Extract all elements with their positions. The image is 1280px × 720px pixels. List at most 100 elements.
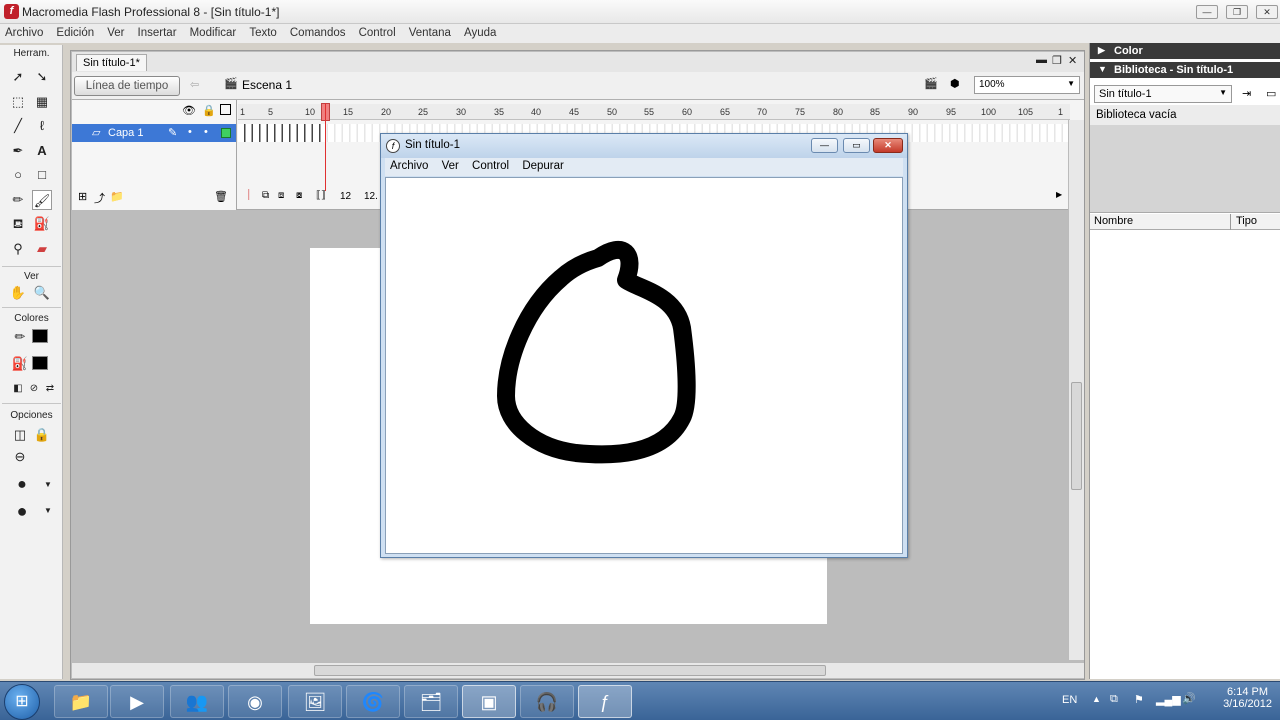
outline-icon[interactable] <box>220 104 231 115</box>
doc-restore-icon[interactable]: ❐ <box>1052 54 1062 67</box>
player-minimize-button[interactable]: — <box>811 138 838 153</box>
menu-modificar[interactable]: Modificar <box>185 25 242 41</box>
menu-comandos[interactable]: Comandos <box>285 25 351 41</box>
chrome-icon[interactable]: ◉ <box>228 685 282 718</box>
vscroll-thumb[interactable] <box>1071 382 1082 490</box>
oval-tool-icon[interactable]: ○ <box>8 165 28 185</box>
vertical-scrollbar[interactable] <box>1068 120 1084 660</box>
brush-option-icon[interactable]: ⊖ <box>10 447 30 467</box>
keyframes-strip[interactable] <box>238 124 326 142</box>
frame-ruler[interactable]: 1 5 10 15 20 25 30 35 40 45 50 55 60 65 … <box>238 104 1070 120</box>
hand-tool-icon[interactable]: ✋ <box>8 283 28 303</box>
document-tab[interactable]: Sin título-1* <box>76 54 147 71</box>
eraser-tool-icon[interactable]: ▰ <box>32 239 52 259</box>
player-menu-control[interactable]: Control <box>467 158 514 174</box>
menu-texto[interactable]: Texto <box>244 25 282 41</box>
fill-color-icon[interactable]: ⛽ <box>10 354 30 374</box>
swap-colors-icon[interactable]: ⇄ <box>40 379 60 399</box>
pen-tool-icon[interactable]: ✒ <box>8 141 28 161</box>
edit-multiple-icon[interactable]: ⧇ <box>296 190 302 201</box>
player-menu-ver[interactable]: Ver <box>437 158 464 174</box>
folder-icon[interactable]: 🗂 <box>404 685 458 718</box>
flash-icon[interactable]: ƒ <box>578 685 632 718</box>
headphones-icon[interactable]: 🎧 <box>520 685 574 718</box>
menu-archivo[interactable]: Archivo <box>0 25 48 41</box>
text-tool-icon[interactable]: A <box>32 141 52 161</box>
horizontal-scrollbar[interactable] <box>72 662 1084 678</box>
chevron-down-icon[interactable]: ▼ <box>38 501 58 521</box>
brush-size-icon[interactable]: ● <box>12 475 32 495</box>
center-frame-icon[interactable]: ⏐ <box>246 190 252 201</box>
explorer-icon[interactable]: 📁 <box>54 685 108 718</box>
lasso-tool-icon[interactable]: ℓ <box>32 116 52 136</box>
menu-ayuda[interactable]: Ayuda <box>459 25 501 41</box>
network-icon[interactable]: ⧉ <box>1110 693 1118 706</box>
back-arrow-icon[interactable]: ⇦ <box>190 78 199 91</box>
visible-dot-icon[interactable]: • <box>188 126 192 138</box>
onion-markers-icon[interactable]: ⟦⟧ <box>316 190 326 201</box>
menu-control[interactable]: Control <box>354 25 401 41</box>
brush-mode-icon[interactable]: ◫ <box>10 425 30 445</box>
player-menu-depurar[interactable]: Depurar <box>517 158 569 174</box>
doc-close-icon[interactable]: ✕ <box>1068 54 1077 67</box>
fill-transform-tool-icon[interactable]: ▦ <box>32 92 52 112</box>
lock-fill-icon[interactable]: 🔒 <box>32 425 52 445</box>
start-button[interactable]: ⊞ <box>4 684 40 720</box>
clock[interactable]: 6:14 PM 3/16/2012 <box>1223 686 1272 710</box>
language-indicator[interactable]: EN <box>1062 694 1077 706</box>
onion-outline-icon[interactable]: ⧈ <box>278 190 284 201</box>
media-player-icon[interactable]: ▶ <box>110 685 164 718</box>
tray-expand-icon[interactable]: ▲ <box>1092 694 1101 704</box>
brush-tool-icon[interactable]: 🖌 <box>32 190 52 210</box>
rectangle-tool-icon[interactable]: □ <box>32 165 52 185</box>
zoom-select[interactable]: 100% ▼ <box>974 76 1080 94</box>
app-icon[interactable]: 🖼 <box>288 685 342 718</box>
edit-symbol-icon[interactable]: ⬢ <box>950 77 960 90</box>
menu-ver[interactable]: Ver <box>102 25 129 41</box>
player-canvas[interactable] <box>385 177 903 554</box>
doc-minimize-icon[interactable]: ▬ <box>1036 54 1047 66</box>
player-close-button[interactable]: ✕ <box>873 138 903 153</box>
close-button[interactable]: ✕ <box>1256 5 1278 19</box>
eye-icon[interactable]: 👁 <box>182 104 196 117</box>
onion-skin-icon[interactable]: ⧉ <box>262 190 269 201</box>
line-tool-icon[interactable]: ╱ <box>8 116 28 136</box>
subselect-tool-icon[interactable]: ➘ <box>32 67 52 87</box>
volume-icon[interactable]: 🔊 <box>1182 692 1196 705</box>
fill-color-swatch[interactable] <box>32 356 48 370</box>
scroll-right-icon[interactable]: ▶ <box>1056 190 1062 199</box>
lock-icon[interactable]: 🔒 <box>202 104 216 117</box>
swirl-icon[interactable]: 🌀 <box>346 685 400 718</box>
signal-icon[interactable]: ▂▄▆ <box>1156 693 1181 706</box>
stroke-color-swatch[interactable] <box>32 329 48 343</box>
edit-scene-icon[interactable]: 🎬 <box>924 77 938 90</box>
library-select[interactable]: Sin título-1 ▼ <box>1094 85 1232 103</box>
menu-edicion[interactable]: Edición <box>51 25 99 41</box>
player-maximize-button[interactable]: ▭ <box>843 138 870 153</box>
col-type-header[interactable]: Tipo <box>1236 215 1257 227</box>
col-name-header[interactable]: Nombre <box>1094 215 1133 227</box>
flag-icon[interactable]: ⚑ <box>1134 693 1144 706</box>
menu-ventana[interactable]: Ventana <box>404 25 456 41</box>
zoom-tool-icon[interactable]: 🔍 <box>32 283 52 303</box>
minimize-button[interactable]: — <box>1196 5 1218 19</box>
hscroll-thumb[interactable] <box>314 665 826 676</box>
chevron-down-icon[interactable]: ▼ <box>38 475 58 495</box>
messenger-icon[interactable]: 👥 <box>170 685 224 718</box>
brush-shape-icon[interactable]: ● <box>12 501 32 521</box>
color-panel-header[interactable]: ▶ Color <box>1090 43 1280 59</box>
menu-insertar[interactable]: Insertar <box>133 25 182 41</box>
layer-row[interactable]: ▱ Capa 1 ✎ • • <box>72 124 236 142</box>
outline-color-icon[interactable] <box>221 128 231 138</box>
maximize-button[interactable]: ❐ <box>1226 5 1248 19</box>
free-transform-tool-icon[interactable]: ⬚ <box>8 92 28 112</box>
pencil-tool-icon[interactable]: ✏ <box>8 190 28 210</box>
library-panel-header[interactable]: ▼ Biblioteca - Sin título-1 <box>1090 62 1280 78</box>
paint-bucket-tool-icon[interactable]: ⛽ <box>32 214 52 234</box>
lock-dot-icon[interactable]: • <box>204 126 208 138</box>
new-library-icon[interactable]: ▭ <box>1266 87 1276 100</box>
arrow-tool-icon[interactable]: ➚ <box>8 67 28 87</box>
stroke-color-icon[interactable]: ✏ <box>10 327 30 347</box>
ink-bottle-tool-icon[interactable]: ⛾ <box>8 214 28 234</box>
timeline-toggle-button[interactable]: Línea de tiempo <box>74 76 180 96</box>
